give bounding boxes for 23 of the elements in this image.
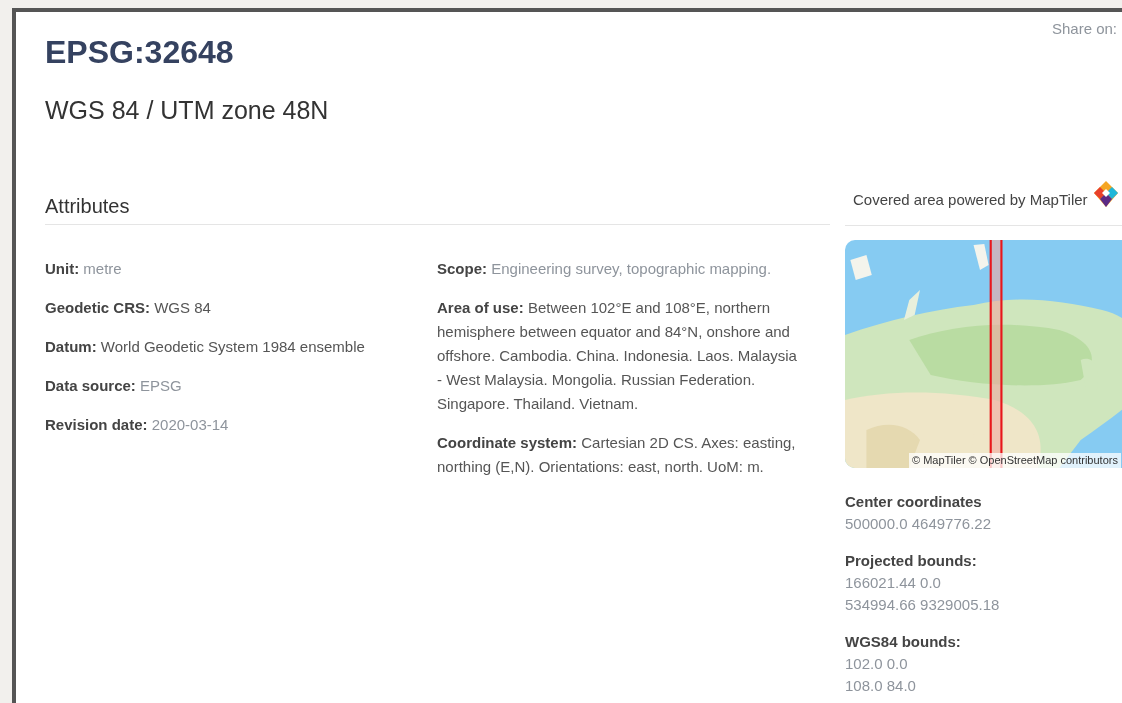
diamond-logo-icon (1093, 181, 1118, 207)
map-view[interactable]: © MapTiler © OpenStreetMap contributors (845, 240, 1122, 468)
section-heading: Attributes (45, 194, 130, 219)
attribute-text: Revision date: 2020-03-14 (45, 415, 230, 435)
share-label: Share on: (1051, 19, 1117, 39)
crs-name: WGS 84 / UTM zone 48N (45, 95, 330, 126)
detail-value: 108.0 84.0 (845, 676, 917, 696)
detail-label: WGS84 bounds: (845, 632, 962, 652)
attribute-text: Data source: EPSG (45, 376, 183, 396)
detail-value: 500000.0 4649776.22 (845, 514, 992, 534)
detail-value: 166021.44 0.0 (845, 573, 942, 593)
attribute-text: Datum: World Geodetic System 1984 ensemble (45, 337, 366, 357)
attribute-text: Area of use: Between 102°E and 108°E, northern hemisphere between equator and 84°N, onshore and offshore. Cambodia. China. Indonesia. Laos. Malaysia - West Malaysia. Mongolia. Russian Federation. Singapore. Thailand. Vietnam. (437, 298, 797, 414)
detail-label: Projected bounds: (845, 551, 978, 571)
detail-value: 534994.66 9329005.18 (845, 595, 1001, 615)
attribute-text: Scope: Engineering survey, topographic mapping. (437, 259, 773, 279)
attribute-text: Unit: metre (45, 259, 123, 279)
attribute-text: Coordinate system: Cartesian 2D CS. Axes: easting, northing (E,N). Orientations: east, north. UoM: m. (437, 433, 797, 477)
detail-value: 102.0 0.0 (845, 654, 909, 674)
map-attribution: © MapTiler © OpenStreetMap contributors (909, 453, 1121, 468)
map-heading: Covered area powered by MapTiler (853, 189, 1088, 210)
detail-label: Center coordinates (845, 492, 983, 512)
attribute-text: Geodetic CRS: WGS 84 (45, 298, 212, 318)
